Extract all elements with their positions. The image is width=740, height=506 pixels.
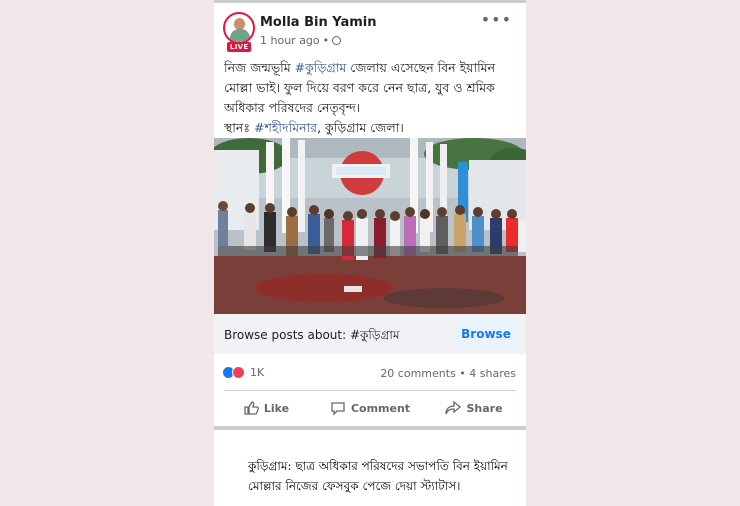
post-header: LIVE Molla Bin Yamin 1 hour ago • ••• — [214, 3, 526, 53]
share-button[interactable]: Share — [422, 392, 526, 424]
post-time[interactable]: 1 hour ago — [260, 34, 320, 47]
comments-shares-count[interactable]: 20 comments • 4 shares — [380, 367, 516, 380]
like-button[interactable]: Like — [214, 392, 318, 424]
live-badge: LIVE — [227, 42, 252, 52]
globe-icon — [332, 36, 342, 45]
browse-topic-row: Browse posts about: #কুড়িগ্রাম Browse — [214, 314, 526, 354]
author-name[interactable]: Molla Bin Yamin — [260, 15, 376, 30]
reactions-summary[interactable]: 1K — [222, 366, 264, 379]
news-caption: কুড়িগ্রাম: ছাত্র অধিকার পরিষদের সভাপতি … — [248, 459, 508, 493]
facebook-post-card: LIVE Molla Bin Yamin 1 hour ago • ••• নি… — [214, 0, 526, 506]
browse-button[interactable]: Browse — [456, 320, 516, 348]
comment-bubble-icon — [331, 402, 345, 416]
hashtag-shahidminar[interactable]: #শহীদমিনার — [254, 120, 317, 135]
post-text: নিজ জন্মভূমি #কুড়িগ্রাম জেলায় এসেছেন ব… — [224, 60, 496, 135]
comment-button[interactable]: Comment — [318, 392, 422, 424]
reaction-stats: 1K 20 comments • 4 shares — [214, 362, 526, 384]
hashtag-kurigram[interactable]: #কুড়িগ্রাম — [295, 60, 347, 75]
actions-divider — [224, 390, 516, 391]
post-photo[interactable] — [214, 138, 526, 314]
browse-label: Browse posts about: #কুড়িগ্রাম — [224, 328, 400, 342]
thumbs-up-icon — [244, 401, 259, 415]
share-arrow-icon — [445, 400, 462, 415]
reaction-count: 1K — [250, 366, 265, 379]
love-reaction-icon — [232, 366, 245, 379]
avatar[interactable] — [223, 12, 255, 44]
section-gap — [214, 426, 526, 430]
post-actions: Like Comment Share — [214, 392, 526, 424]
post-meta: 1 hour ago • — [260, 34, 342, 47]
more-options-icon[interactable]: ••• — [481, 10, 512, 29]
